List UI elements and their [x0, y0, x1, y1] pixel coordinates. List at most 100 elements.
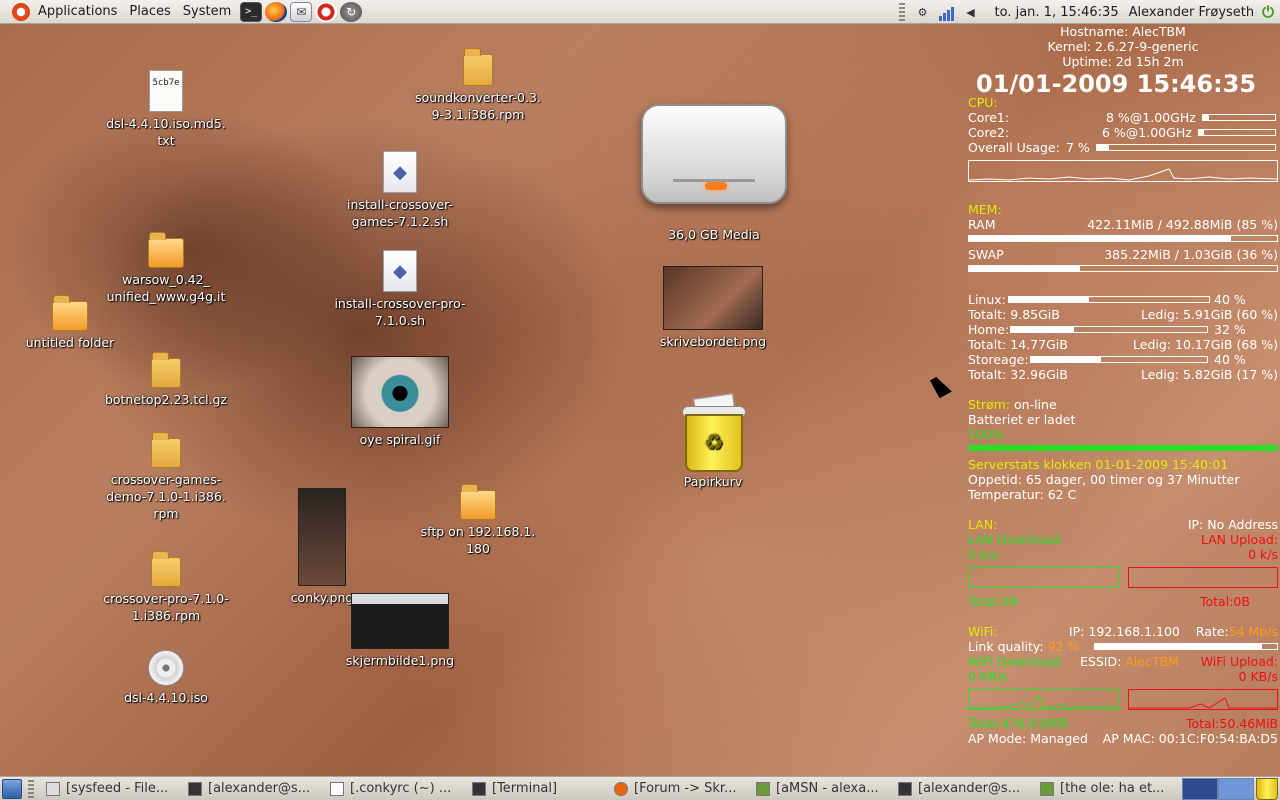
wifi-rate-label: Rate: — [1195, 624, 1229, 639]
conky-server-temp: Temperatur: 62 C — [968, 487, 1077, 502]
desktop-icon-sftp[interactable]: sftp on 192.168.1. 180 — [408, 484, 548, 557]
task-label: [.conkyrc (~) ... — [350, 781, 452, 796]
wifi-upload-value: 0 KB/s — [1238, 669, 1278, 684]
task-label: [sysfeed - File... — [66, 781, 169, 796]
disk-home-label: Home: — [968, 322, 1010, 337]
desktop-icon-crossover-games-sh[interactable]: ◆ install-crossover-games-7.1.2.sh — [330, 151, 470, 230]
firefox-icon — [614, 781, 628, 796]
wifi-upload-total: Total:50.46MiB — [1185, 716, 1278, 731]
icon-label: oye spiral.gif — [359, 432, 441, 447]
icon-label: crossover-pro-7.1.0- 1.i386.rpm — [103, 591, 229, 623]
desktop-icon-soundkonverter[interactable]: soundkonverter-0.3. 9-3.1.i386.rpm — [408, 48, 548, 123]
task-the-ole[interactable]: [the ole: ha et... — [1034, 778, 1172, 800]
icon-label: botnetop2.23.tcl.gz — [104, 392, 228, 407]
firefox-icon[interactable] — [265, 1, 288, 22]
terminal-icon[interactable]: >_ — [240, 1, 263, 22]
quit-icon[interactable]: ⏻ — [1262, 3, 1274, 21]
task-amsn[interactable]: [aMSN - alexa... — [750, 778, 892, 800]
text-editor-icon — [330, 781, 344, 796]
desktop-icon-md5-file[interactable]: 5cb7e dsl-4.4.10.iso.md5. txt — [96, 70, 236, 149]
wifi-rate: Rate:54 Mb/s — [1196, 624, 1278, 639]
user-switcher[interactable]: Alexander Frøyseth — [1129, 5, 1255, 20]
swap-bar — [968, 265, 1278, 272]
desktop-image-thumbnail — [663, 266, 763, 330]
terminal-icon — [472, 781, 486, 796]
lan-download-value: 0 k/s — [968, 547, 998, 562]
menu-system[interactable]: System — [177, 0, 237, 24]
conky-server-title: Serverstats klokken 01-01-2009 15:40:01 — [968, 457, 1229, 472]
menu-applications[interactable]: Applications — [32, 0, 123, 24]
workspace-1[interactable] — [1182, 777, 1218, 800]
folder-icon — [52, 295, 88, 331]
icon-label: warsow_0.42_ unified_www.g4g.it — [106, 272, 226, 304]
terminal-icon — [188, 781, 202, 796]
desktop-icon-trash[interactable]: ♻ Papirkurv — [643, 393, 783, 490]
wifi-quality-value: 92 — [1047, 639, 1064, 654]
desktop-icon-botnetop[interactable]: botnetop2.23.tcl.gz — [96, 352, 236, 408]
task-conkyrc[interactable]: [.conkyrc (~) ... — [324, 778, 466, 800]
tray-grip-icon[interactable] — [898, 3, 905, 21]
lan-upload-total: Total:0B — [1200, 594, 1250, 609]
conky-ap-row: AP Mode: Managed AP MAC: 00:1C:F0:54:BA:… — [968, 731, 1278, 746]
desktop-icon-media-drive[interactable]: 36,0 GB Media — [624, 104, 804, 243]
desktop-icon-crossover-games-rpm[interactable]: crossover-games-demo-7.1.0-1.i386. rpm — [96, 432, 236, 522]
evolution-mail-icon[interactable]: ✉ — [290, 1, 313, 22]
icon-label: crossover-games-demo-7.1.0-1.i386. rpm — [106, 472, 226, 521]
workspace-2[interactable] — [1218, 777, 1254, 800]
desktop-icon-skrivebordet[interactable]: skrivebordet.png — [643, 266, 783, 350]
conky-wifi-labels: WiFi Download: ESSID: AlecTBM WiFi Uploa… — [968, 654, 1278, 669]
show-desktop-icon[interactable] — [2, 778, 22, 799]
panel-grip-icon[interactable] — [28, 779, 34, 798]
conky-battery-status: Batteriet er ladet — [968, 412, 1076, 427]
disk-linux-percent: 40 % — [1214, 292, 1246, 307]
menu-places[interactable]: Places — [123, 0, 176, 24]
desktop-icon-crossover-pro-rpm[interactable]: crossover-pro-7.1.0- 1.i386.rpm — [96, 551, 236, 624]
update-manager-icon[interactable]: ↻ — [340, 1, 363, 22]
network-manager-icon[interactable]: ⚙ — [914, 3, 932, 21]
disk-storeage-total: Totalt: 32.96GiB — [968, 367, 1068, 382]
icon-label: sftp on 192.168.1. 180 — [420, 524, 536, 556]
signal-strength-icon[interactable] — [938, 3, 956, 21]
conky-lan-row: LAN: IP: No Address — [968, 517, 1278, 532]
trash-applet-icon[interactable] — [1256, 777, 1278, 800]
task-sysfeed[interactable]: [sysfeed - File... — [40, 778, 182, 800]
disc-image-icon — [148, 650, 184, 686]
disk-home-percent: 32 % — [1214, 322, 1246, 337]
script-icon: ◆ — [383, 151, 417, 193]
ubuntu-logo-icon[interactable] — [12, 2, 30, 21]
power-label: Strøm: — [968, 397, 1011, 412]
task-terminal-alexander-2[interactable]: [alexander@s... — [892, 778, 1034, 800]
desktop-icon-oye-spiral[interactable]: oye spiral.gif — [330, 356, 470, 448]
disk-linux-free: Ledig: 5.91GiB (60 %) — [1140, 307, 1278, 322]
task-terminal-alexander-1[interactable]: [alexander@s... — [182, 778, 324, 800]
clock[interactable]: to. jan. 1, 15:46:35 — [995, 5, 1119, 20]
desktop-icon-skjermbilde[interactable]: skjermbilde1.png — [330, 593, 470, 669]
conky-disk-home-row: Home: 32 % — [968, 322, 1278, 337]
core2-bar — [1198, 129, 1276, 136]
terminal-icon — [898, 781, 912, 796]
desktop-icon-dsl-iso[interactable]: dsl-4.4.10.iso — [96, 650, 236, 706]
battery-bar — [968, 445, 1278, 451]
desktop-icon-warsow[interactable]: warsow_0.42_ unified_www.g4g.it — [96, 232, 236, 305]
desktop-icon-crossover-pro-sh[interactable]: ◆ install-crossover-pro- 7.1.0.sh — [330, 250, 470, 329]
conky-wifi-totals: Total:476.01MiB Total:50.46MiB — [968, 716, 1278, 731]
mouse-pointer-icon — [930, 373, 952, 399]
core1-bar — [1202, 114, 1276, 121]
desktop-icon-untitled-folder[interactable]: untitled folder — [0, 295, 140, 351]
amsn-icon — [756, 781, 770, 796]
help-icon[interactable] — [315, 1, 338, 22]
task-terminal[interactable]: [Terminal] — [466, 778, 608, 800]
icon-label: install-crossover-pro- 7.1.0.sh — [334, 296, 466, 328]
conky-ram-row: RAM 422.11MiB / 492.88MiB (85 %) — [968, 217, 1278, 232]
overall-value: 7 % — [1066, 140, 1090, 155]
conky-overall-row: Overall Usage: 7 % — [968, 140, 1278, 155]
task-forum[interactable]: [Forum -> Skr... — [608, 778, 750, 800]
volume-icon[interactable]: ◀ — [962, 3, 980, 21]
conky-disk-storeage-row: Storeage: 40 % — [968, 352, 1278, 367]
conky-image-thumbnail — [298, 488, 346, 586]
desktop-icon-conky-png[interactable]: conky.png — [252, 488, 392, 606]
wifi-quality-bar — [1094, 643, 1278, 650]
disk-storeage-label: Storeage: — [968, 352, 1029, 367]
ram-bar — [968, 235, 1278, 242]
wifi-download-label: WiFi Download: — [968, 654, 1064, 669]
